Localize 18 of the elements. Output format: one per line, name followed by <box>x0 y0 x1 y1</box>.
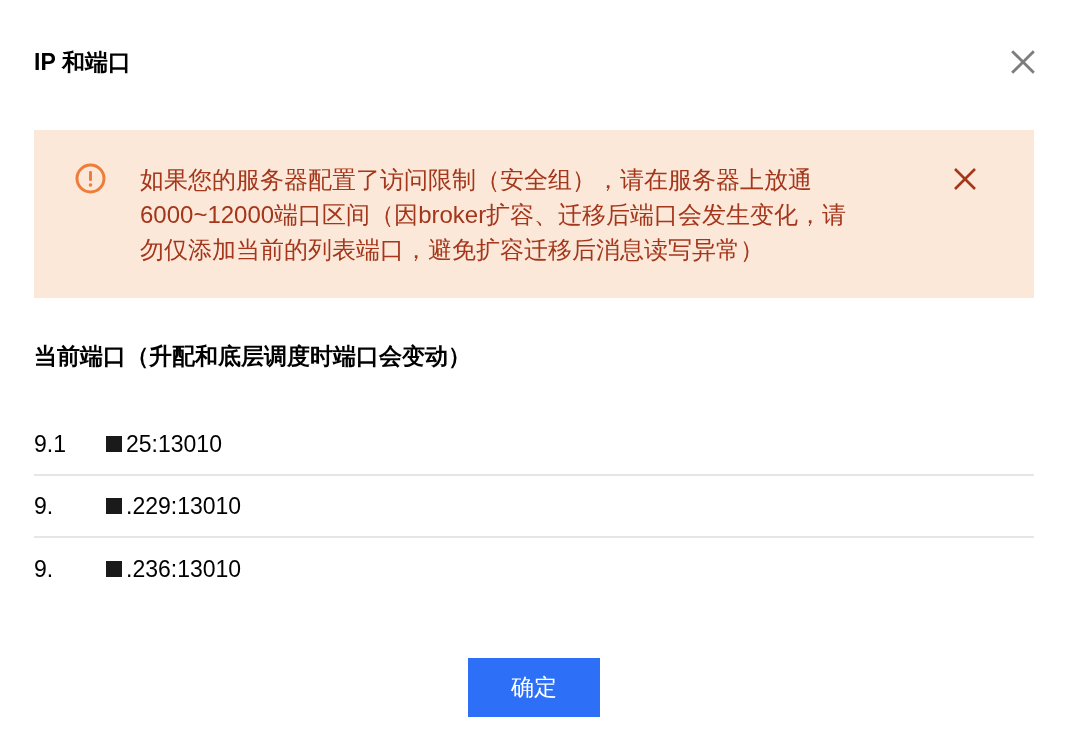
address-text: .229:13010 <box>126 492 242 520</box>
confirm-button[interactable]: 确定 <box>468 658 600 717</box>
section-title: 当前端口（升配和底层调度时端口会变动） <box>34 342 472 371</box>
redaction-block-icon <box>106 561 122 577</box>
address-text: 9. <box>34 555 55 583</box>
exclamation-circle-icon <box>75 163 106 194</box>
close-icon <box>953 167 977 191</box>
alert-message: 如果您的服务器配置了访问限制（安全组），请在服务器上放通6000~12000端口区间（因broker扩容、迁移后端口会发生变化，请勿仅添加当前的列表端口，避免扩容迁移后消息读写异常） <box>140 165 848 265</box>
redaction-block-icon <box>106 436 122 452</box>
close-icon <box>1010 49 1036 75</box>
address-text: 9.1 <box>34 430 67 458</box>
close-button[interactable] <box>1010 49 1036 75</box>
redaction-block-icon <box>106 498 122 514</box>
dialog-title: IP 和端口 <box>34 48 131 77</box>
address-text: .236:13010 <box>126 555 242 583</box>
alert-close-button[interactable] <box>953 167 977 191</box>
address-text: 9. <box>34 492 55 520</box>
address-text: 25:13010 <box>126 430 222 458</box>
